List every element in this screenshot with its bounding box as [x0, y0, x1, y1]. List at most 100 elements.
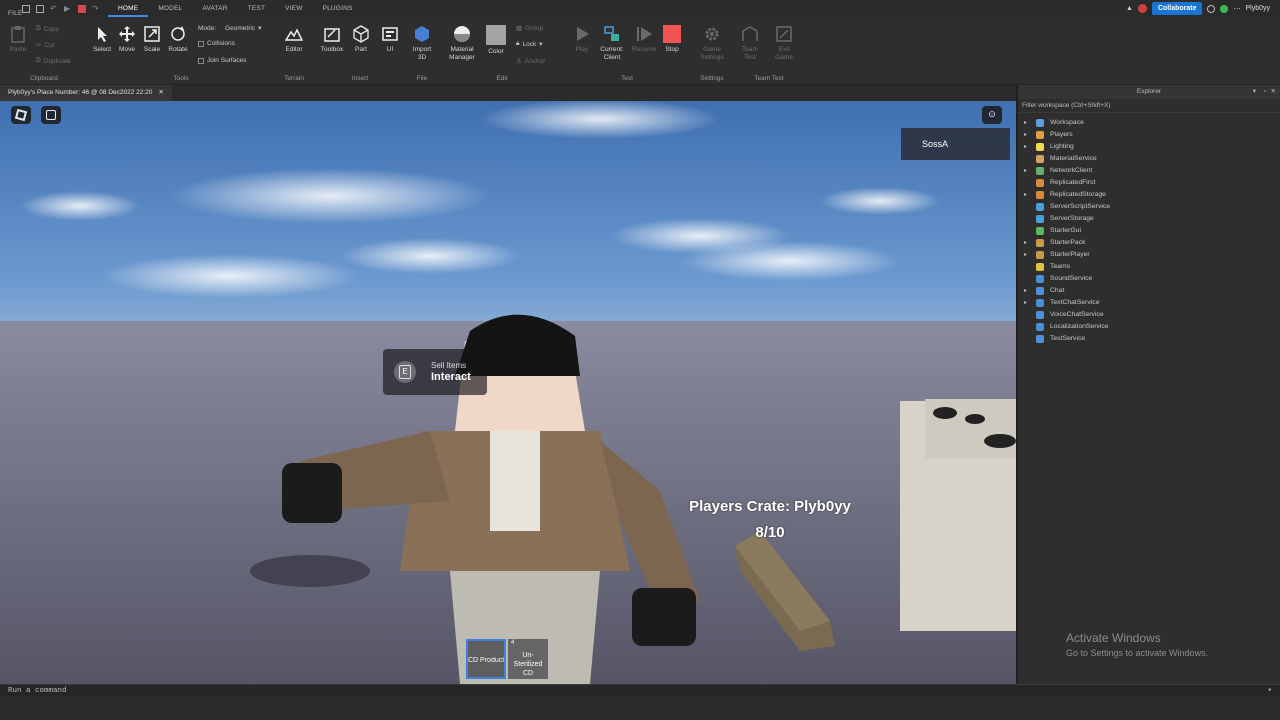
- expand-arrow-icon[interactable]: ▸: [1024, 189, 1027, 201]
- duplicate-button[interactable]: ⧉ Duplicate: [36, 57, 71, 65]
- explorer-item[interactable]: ▸ NetworkClient: [1018, 165, 1280, 177]
- explorer-item[interactable]: ▸ Workspace: [1018, 117, 1280, 129]
- chevron-down-icon[interactable]: ▾: [1267, 685, 1272, 697]
- expand-arrow-icon[interactable]: ▸: [1024, 129, 1027, 141]
- status-bar: [0, 697, 1280, 720]
- expand-arrow-icon[interactable]: ▸: [1024, 285, 1027, 297]
- save-icon[interactable]: [36, 4, 44, 13]
- play-button[interactable]: Play: [568, 25, 596, 54]
- explorer-item[interactable]: VoiceChatService: [1018, 309, 1280, 321]
- color-button[interactable]: Color: [482, 25, 510, 56]
- terrain-editor-button[interactable]: Editor: [280, 25, 308, 54]
- more-menu-button[interactable]: ⊙: [982, 106, 1002, 124]
- tab-view[interactable]: VIEW: [275, 0, 312, 17]
- current-client-button[interactable]: Current: Client: [596, 25, 628, 62]
- join-surfaces-toggle[interactable]: Join Surfaces: [198, 57, 246, 64]
- explorer-item[interactable]: ServerStorage: [1018, 213, 1280, 225]
- expand-arrow-icon[interactable]: ▸: [1024, 117, 1027, 129]
- team-test-group-label: Team Test: [754, 75, 784, 82]
- part-button[interactable]: Part: [347, 25, 375, 54]
- maximize-icon[interactable]: ▫: [1264, 85, 1266, 99]
- chat-button[interactable]: [41, 106, 61, 124]
- close-icon[interactable]: ✕: [1271, 85, 1276, 99]
- collaborate-button[interactable]: Collaborate: [1151, 2, 1203, 15]
- tab-model[interactable]: MODEL: [148, 0, 192, 17]
- play-small-icon[interactable]: ▶: [64, 4, 72, 13]
- expand-arrow-icon[interactable]: ▸: [1024, 165, 1027, 177]
- leaderboard[interactable]: SossA: [901, 128, 1010, 160]
- expand-arrow-icon[interactable]: ▸: [1024, 237, 1027, 249]
- ui-button[interactable]: UI: [376, 25, 404, 54]
- explorer-item[interactable]: ▸ StarterPlayer: [1018, 249, 1280, 261]
- collisions-checkbox[interactable]: [198, 40, 204, 47]
- select-tool[interactable]: Select: [88, 25, 116, 54]
- group-button[interactable]: ▦ Group: [516, 24, 543, 33]
- rotate-tool[interactable]: Rotate: [164, 25, 192, 54]
- command-bar-input[interactable]: Run a command ▾: [0, 684, 1280, 697]
- join-surfaces-checkbox[interactable]: [198, 57, 204, 64]
- tab-home[interactable]: HOME: [108, 0, 149, 17]
- game-viewport[interactable]: ⊙ SossA E Sell Items Interact Players Cr…: [0, 101, 1016, 684]
- stop-small-icon[interactable]: [78, 4, 86, 13]
- import-3d-button[interactable]: Import 3D: [408, 25, 436, 62]
- mode-dropdown[interactable]: Mode: Geometric ▾: [198, 24, 261, 33]
- explorer-item[interactable]: ServerScriptService: [1018, 201, 1280, 213]
- anchor-button[interactable]: ⚓︎ Anchor: [516, 57, 545, 66]
- explorer-item[interactable]: StarterGui: [1018, 225, 1280, 237]
- proximity-prompt[interactable]: E Sell Items Interact: [383, 349, 487, 395]
- tab-test[interactable]: TEST: [238, 0, 275, 17]
- rotate-label: Rotate: [168, 46, 188, 53]
- material-manager-button[interactable]: Material Manager: [444, 25, 480, 62]
- hotbar-slot[interactable]: 4 Un-Sterilized CD: [508, 639, 548, 679]
- redo-icon[interactable]: ↷: [92, 4, 100, 13]
- explorer-item[interactable]: LocalizationService: [1018, 321, 1280, 333]
- explorer-item[interactable]: Teams: [1018, 261, 1280, 273]
- close-icon[interactable]: ✕: [158, 85, 163, 101]
- game-settings-button[interactable]: Game Settings: [698, 25, 726, 62]
- move-tool[interactable]: Move: [113, 25, 141, 54]
- stop-button[interactable]: Stop: [658, 25, 686, 54]
- explorer-item[interactable]: ▸ Chat: [1018, 285, 1280, 297]
- expand-arrow-icon[interactable]: ▸: [1024, 141, 1027, 153]
- chevron-up-icon[interactable]: ▲: [1126, 5, 1133, 12]
- new-file-icon[interactable]: [22, 4, 30, 13]
- hotbar-slot[interactable]: CD Product: [466, 639, 506, 679]
- notification-icon[interactable]: [1137, 4, 1147, 13]
- copy-button[interactable]: ⧉ Copy: [36, 25, 59, 33]
- username[interactable]: Plyb0yy: [1245, 5, 1270, 12]
- expand-arrow-icon[interactable]: ▸: [1024, 249, 1027, 261]
- file-menu[interactable]: FILE: [8, 5, 22, 17]
- explorer-item[interactable]: ReplicatedFirst: [1018, 177, 1280, 189]
- paste-button[interactable]: Paste: [4, 25, 32, 54]
- roblox-menu-button[interactable]: [11, 106, 31, 124]
- explorer-item[interactable]: MaterialService: [1018, 153, 1280, 165]
- explorer-item[interactable]: ▸ StarterPack: [1018, 237, 1280, 249]
- cube-icon: [353, 25, 369, 43]
- explorer-item[interactable]: ▸ TextChatService: [1018, 297, 1280, 309]
- explorer-item[interactable]: ▸ Players: [1018, 129, 1280, 141]
- lock-button[interactable]: 🔒︎ Lock ▾: [516, 40, 542, 48]
- undo-icon[interactable]: ↶: [50, 4, 58, 13]
- explorer-filter-input[interactable]: Filter workspace (Ctrl+Shift+X): [1018, 99, 1280, 113]
- explorer-item[interactable]: TestService: [1018, 333, 1280, 345]
- exit-game-button[interactable]: Exit Game: [770, 25, 798, 62]
- help-icon[interactable]: [1207, 4, 1216, 13]
- share-icon[interactable]: ⋯: [1233, 5, 1240, 13]
- explorer-item[interactable]: SoundService: [1018, 273, 1280, 285]
- collisions-toggle[interactable]: Collisions: [198, 40, 235, 47]
- tab-avatar[interactable]: AVATAR: [192, 0, 237, 17]
- top-right-controls: ▲ Collaborate ⋯ Plyb0yy: [1126, 2, 1280, 15]
- team-test-button[interactable]: Team Test: [736, 25, 764, 62]
- scale-tool[interactable]: Scale: [138, 25, 166, 54]
- cut-button[interactable]: ✂ Cut: [36, 41, 55, 50]
- document-tab[interactable]: Plyb0yy's Place Number: 46 @ 08 Dec2022 …: [0, 85, 172, 101]
- toolbox-button[interactable]: Toolbox: [318, 25, 346, 54]
- service-icon: [1036, 287, 1044, 295]
- tab-plugins[interactable]: PLUGINS: [313, 0, 363, 17]
- resume-button[interactable]: Resume: [630, 25, 658, 54]
- chevron-down-icon[interactable]: ▾: [1253, 85, 1256, 99]
- crate-billboard-count: 8/10: [755, 524, 785, 541]
- explorer-item[interactable]: ▸ ReplicatedStorage: [1018, 189, 1280, 201]
- explorer-item[interactable]: ▸ Lighting: [1018, 141, 1280, 153]
- expand-arrow-icon[interactable]: ▸: [1024, 297, 1027, 309]
